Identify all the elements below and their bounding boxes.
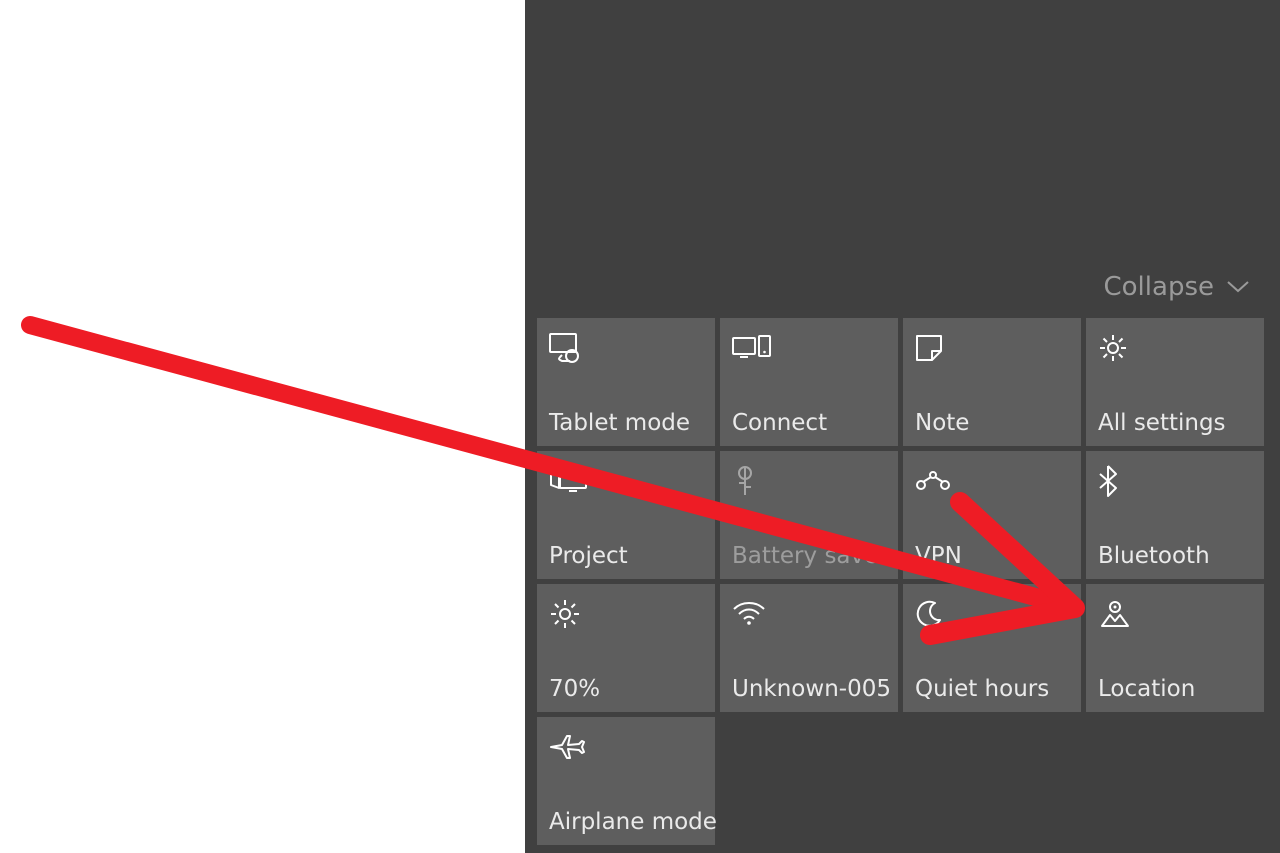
project-icon (549, 463, 703, 499)
tile-brightness[interactable]: 70% (537, 584, 715, 712)
gear-icon (1098, 330, 1252, 366)
vpn-icon (915, 463, 1069, 499)
tile-label: Bluetooth (1098, 543, 1252, 569)
tablet-mode-icon (549, 330, 703, 366)
tile-note[interactable]: Note (903, 318, 1081, 446)
collapse-button[interactable]: Collapse (1104, 272, 1251, 302)
action-center-panel: Collapse Tablet mode (525, 0, 1280, 853)
tile-airplane-mode[interactable]: Airplane mode (537, 717, 715, 845)
tile-label: Note (915, 410, 1069, 436)
location-icon (1098, 596, 1252, 632)
tile-location[interactable]: Location (1086, 584, 1264, 712)
tile-label: Quiet hours (915, 676, 1069, 702)
tile-label: VPN (915, 543, 1069, 569)
tile-quiet-hours[interactable]: Quiet hours (903, 584, 1081, 712)
tile-battery-saver[interactable]: Battery saver (720, 451, 898, 579)
note-icon (915, 330, 1069, 366)
quiet-hours-icon (915, 596, 1069, 632)
tile-wifi[interactable]: Unknown-005 (720, 584, 898, 712)
quick-action-tiles: Tablet mode Connect Note (537, 318, 1268, 845)
tile-label: Connect (732, 410, 886, 436)
tile-bluetooth[interactable]: Bluetooth (1086, 451, 1264, 579)
tile-project[interactable]: Project (537, 451, 715, 579)
tile-label: All settings (1098, 410, 1252, 436)
connect-icon (732, 330, 886, 366)
tile-label: Airplane mode (549, 809, 703, 835)
tile-all-settings[interactable]: All settings (1086, 318, 1264, 446)
tile-vpn[interactable]: VPN (903, 451, 1081, 579)
brightness-icon (549, 596, 703, 632)
collapse-label: Collapse (1104, 272, 1215, 302)
tile-label: 70% (549, 676, 703, 702)
tile-label: Battery saver (732, 543, 886, 569)
tile-label: Tablet mode (549, 410, 703, 436)
tile-label: Unknown-005 (732, 676, 886, 702)
chevron-down-icon (1226, 280, 1250, 294)
battery-saver-icon (732, 463, 886, 499)
wifi-icon (732, 596, 886, 632)
bluetooth-icon (1098, 463, 1252, 499)
tile-connect[interactable]: Connect (720, 318, 898, 446)
tile-label: Location (1098, 676, 1252, 702)
airplane-icon (549, 729, 703, 765)
tile-label: Project (549, 543, 703, 569)
tile-tablet-mode[interactable]: Tablet mode (537, 318, 715, 446)
